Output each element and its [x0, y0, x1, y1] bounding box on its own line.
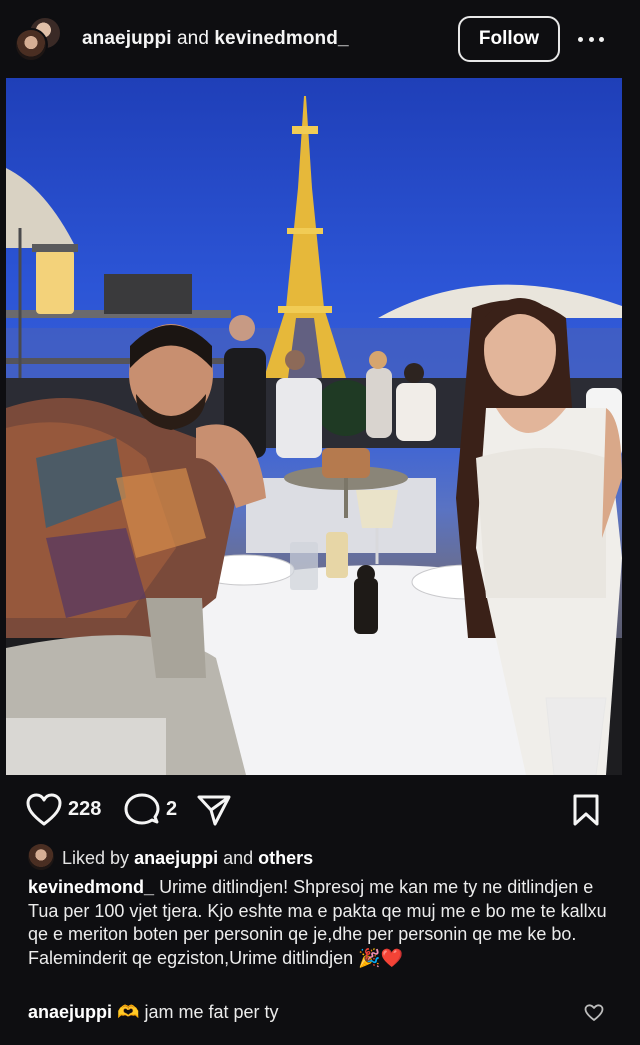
liked-by-others[interactable]: others [258, 848, 313, 868]
share-icon[interactable] [196, 793, 232, 827]
liked-by-prefix: Liked by [62, 848, 130, 868]
post-photo[interactable] [6, 78, 622, 775]
heart-icon[interactable] [584, 1004, 604, 1022]
post-actions: 228 2 [0, 785, 640, 833]
likes-count[interactable]: 228 [68, 798, 101, 821]
collab-avatars[interactable] [14, 16, 64, 64]
instagram-post: anaejuppi and kevinedmond_ Follow 228 2 … [0, 0, 640, 1045]
comment-row: anaejuppi 🫶 jam me fat per ty [28, 1002, 618, 1026]
comment-author[interactable]: anaejuppi [28, 1002, 112, 1022]
follow-button[interactable]: Follow [458, 16, 560, 62]
photo-illustration [6, 96, 622, 775]
comment-emoji: 🫶 [117, 1002, 140, 1022]
bookmark-icon[interactable] [570, 793, 602, 827]
comment-text-line: anaejuppi 🫶 jam me fat per ty [28, 1002, 279, 1023]
liked-by-username[interactable]: anaejuppi [134, 848, 218, 868]
caption-author[interactable]: kevinedmond_ [28, 877, 154, 897]
avatar[interactable] [14, 28, 48, 62]
authors-joiner: and [176, 28, 209, 49]
comment-body: jam me fat per ty [144, 1002, 279, 1022]
post-header: anaejuppi and kevinedmond_ Follow [0, 0, 640, 78]
avatar[interactable] [28, 844, 54, 870]
comments-count[interactable]: 2 [166, 798, 177, 821]
more-horizontal-icon[interactable] [578, 30, 604, 48]
author-username[interactable]: anaejuppi [82, 28, 172, 49]
post-caption: kevinedmond_ Urime ditlindjen! Shpresoj … [28, 876, 608, 970]
liked-by-text: Liked by anaejuppi and others [62, 848, 313, 869]
comment-icon[interactable] [124, 792, 160, 828]
post-authors: anaejuppi and kevinedmond_ [82, 28, 349, 50]
liked-by-row[interactable]: Liked by anaejuppi and others [28, 844, 628, 872]
liked-by-joiner: and [223, 848, 254, 868]
author-username[interactable]: kevinedmond_ [214, 28, 348, 49]
heart-icon[interactable] [26, 793, 62, 827]
